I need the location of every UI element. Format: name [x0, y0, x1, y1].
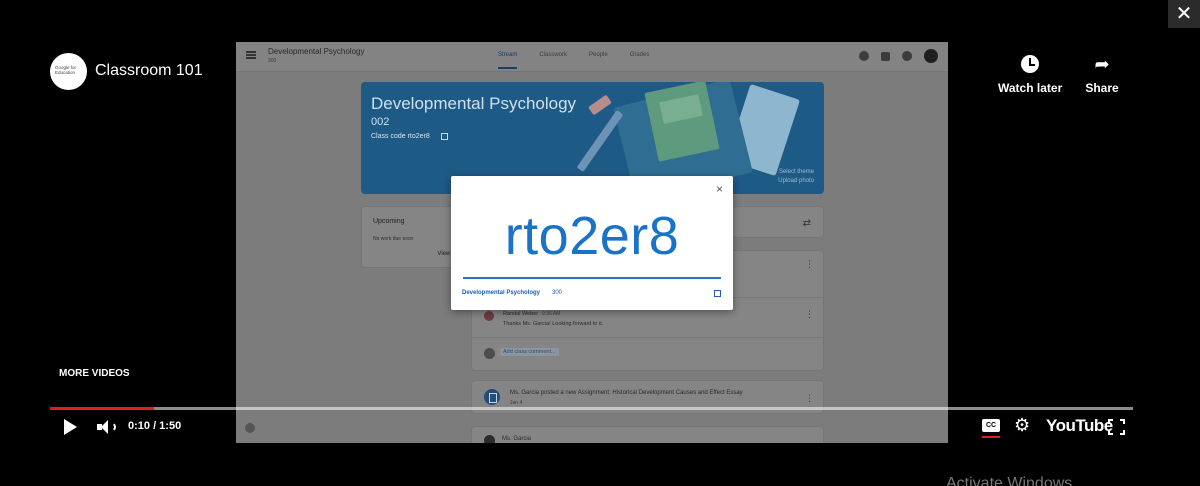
avatar — [484, 348, 495, 359]
assignment-icon — [484, 389, 500, 405]
hamburger-menu-icon — [246, 51, 256, 59]
banner-title: Developmental Psychology — [371, 94, 577, 113]
more-vert-icon: ⋮ — [805, 309, 814, 319]
more-videos-button[interactable]: MORE VIDEOS — [59, 368, 130, 379]
classroom-topbar-icons — [859, 49, 938, 63]
add-comment-input: Add class comment... — [500, 348, 559, 356]
divider — [472, 337, 823, 338]
dialog-course-name: Developmental Psychology — [462, 290, 541, 296]
youtube-logo-button[interactable]: YouTube — [1046, 416, 1113, 436]
account-circle-icon — [902, 51, 912, 61]
avatar — [484, 311, 494, 321]
dialog-course-section: 300 — [552, 290, 563, 296]
avatar — [924, 49, 938, 63]
close-icon: × — [715, 182, 723, 196]
expand-icon — [441, 133, 448, 140]
clock-icon — [1021, 55, 1039, 73]
eraser-icon — [588, 94, 612, 116]
banner-theme-links: Select theme Upload photo — [778, 168, 814, 186]
channel-logo-text: Google for Education — [55, 65, 77, 75]
select-theme-link: Select theme — [778, 169, 814, 175]
volume-wave-icon — [109, 422, 116, 432]
speaker-cone — [101, 420, 108, 434]
close-button[interactable]: ✕ — [1168, 0, 1200, 28]
swap-icon: ⇄ — [802, 218, 811, 229]
banner-section: 002 — [371, 116, 390, 128]
captions-button[interactable]: CC — [982, 419, 1000, 432]
apps-grid-icon — [881, 51, 890, 61]
share-card: ⇄ — [732, 206, 824, 238]
assignment-text: Ms. Garcia posted a new Assignment: Hist… — [510, 390, 743, 396]
classroom-tabs: Stream Classwork People Grades — [498, 52, 649, 69]
progress-bar-fill — [50, 407, 154, 410]
share-label: Share — [1085, 81, 1119, 95]
tab-grades: Grades — [629, 52, 650, 58]
time-display: 0:10 / 1:50 — [128, 420, 182, 432]
share-button[interactable]: ➦ Share — [1082, 55, 1122, 95]
pencil-icon — [576, 110, 624, 172]
volume-button[interactable] — [97, 419, 119, 435]
class-code-display: rto2er8 — [504, 206, 680, 266]
tab-classwork: Classwork — [539, 52, 568, 58]
fullscreen-icon — [714, 290, 721, 297]
gear-icon — [859, 51, 869, 61]
channel-name[interactable]: Classroom 101 — [95, 62, 203, 80]
play-button[interactable] — [64, 419, 77, 435]
fullscreen-corner — [1108, 430, 1113, 435]
activate-windows-watermark: Activate Windows — [946, 475, 1073, 486]
comment-text: Thanks Ms. Garcia! Looking forward to it… — [503, 321, 604, 327]
fullscreen-corner — [1120, 430, 1125, 435]
next-post-card: Ms. Garcia — [471, 426, 824, 443]
channel-logo[interactable]: Google for Education — [50, 53, 87, 90]
watch-later-label: Watch later — [998, 81, 1063, 95]
avatar — [484, 435, 495, 443]
upcoming-card: Upcoming No work due soon View all — [361, 206, 465, 268]
comment-time: 9:36 AM — [542, 311, 561, 317]
fullscreen-button[interactable] — [1108, 419, 1125, 435]
divider — [463, 277, 721, 279]
upcoming-empty: No work due soon — [373, 236, 414, 242]
settings-gear-icon[interactable]: ⚙ — [1014, 416, 1030, 434]
classroom-course-title: Developmental Psychology — [268, 47, 365, 56]
next-post-author: Ms. Garcia — [502, 436, 532, 442]
more-vert-icon: ⋮ — [805, 259, 814, 269]
watch-later-button[interactable]: Watch later — [998, 55, 1062, 95]
tab-people: People — [589, 52, 608, 58]
classroom-topbar: Developmental Psychology 300 Stream Clas… — [236, 42, 948, 72]
share-arrow-icon: ➦ — [1094, 54, 1110, 74]
banner-class-code: Class code rto2er8 — [371, 133, 430, 140]
tab-stream: Stream — [498, 52, 518, 69]
help-icon — [245, 423, 255, 433]
fullscreen-corner — [1120, 419, 1125, 424]
comment-author: Randal Weber — [503, 311, 539, 317]
upload-photo-link: Upload photo — [778, 178, 814, 184]
class-code-dialog: × rto2er8 Developmental Psychology 300 — [451, 176, 733, 310]
captions-active-indicator — [982, 436, 1000, 438]
more-vert-icon: ⋮ — [805, 393, 814, 403]
assignment-date: Jan 4 — [510, 400, 523, 406]
upcoming-title: Upcoming — [373, 218, 405, 225]
progress-bar[interactable] — [50, 407, 1133, 410]
classroom-course-sub: 300 — [268, 58, 277, 64]
video-player: Developmental Psychology 300 Stream Clas… — [0, 0, 1200, 486]
fullscreen-corner — [1108, 419, 1113, 424]
